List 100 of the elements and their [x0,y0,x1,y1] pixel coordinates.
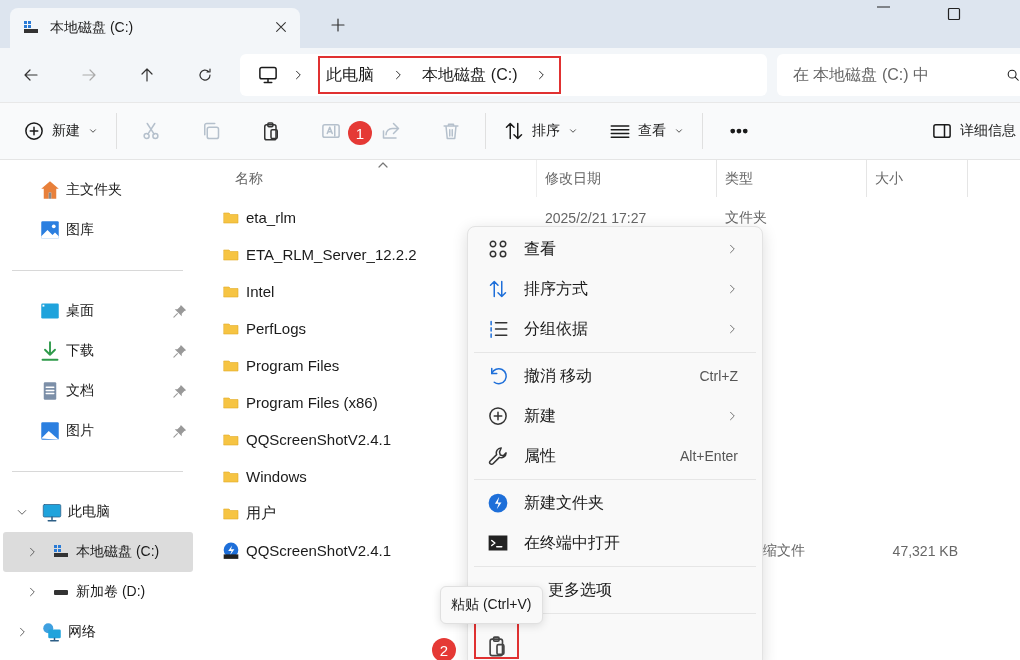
item-label: 网络 [68,623,96,641]
menu-item[interactable]: 在终端中打开 [472,523,758,563]
folder-icon [222,394,240,411]
folder-icon [222,468,240,485]
maximize-icon [946,6,962,22]
folder-icon [222,431,240,448]
file-row-name[interactable]: eta_rlm [222,209,297,226]
menu-item[interactable]: 排序方式 [472,269,758,309]
file-name: QQScreenShotV2.4.1 [246,542,392,559]
sidebar-item[interactable]: 文档 [0,371,193,411]
file-row-name[interactable]: Program Files [222,357,340,374]
file-row-name[interactable]: Intel [222,283,275,300]
column-header[interactable]: 修改日期 [537,160,717,197]
menu-label: 新建 [524,405,556,426]
sidebar-item[interactable]: 主文件夹 [0,170,193,210]
item-label: 桌面 [66,302,94,320]
rename-icon [321,121,341,141]
undo-icon [488,366,508,386]
menu-item[interactable]: 分组依据 [472,309,758,349]
item-label: 图库 [66,221,94,239]
breadcrumb[interactable]: 本地磁盘 (C:) [422,64,518,86]
file-row-name[interactable]: 用户 [222,504,276,523]
close-icon [274,19,288,34]
gallery-icon [40,220,60,240]
sort-icon [488,279,508,299]
file-name: PerfLogs [246,320,307,337]
file-name: Program Files [246,357,340,374]
file-name: 用户 [246,504,276,523]
plus-circle-icon [488,406,508,426]
share-icon [381,121,401,141]
shortcut-text: Alt+Enter [680,448,738,464]
menu-label: 排序方式 [524,278,588,299]
tab-title: 本地磁盘 (C:) [50,19,134,37]
tree-item[interactable]: 此电脑 [0,492,193,532]
item-label: 本地磁盘 (C:) [76,543,160,561]
file-name: Intel [246,283,275,300]
column-header[interactable]: 名称 [220,160,537,197]
details-button[interactable]: 详细信息 [928,113,1020,149]
step-badge: 2 [432,638,456,660]
copy-icon [201,121,221,141]
folder-icon [222,246,240,263]
download-icon [40,341,60,361]
home-icon [40,180,60,200]
sort-button[interactable]: 排序 [500,113,582,149]
item-label: 下载 [66,342,94,360]
caret-icon [568,126,578,136]
folder-icon [222,320,240,337]
breadcrumb[interactable]: 此电脑 [326,64,375,86]
shortcut-text: Ctrl+Z [699,368,738,384]
sidebar-item[interactable]: 下载 [0,331,193,371]
folder-icon [222,357,240,374]
file-name: eta_rlm [246,209,297,226]
menu-item[interactable]: 新建文件夹 [472,483,758,523]
tree-item[interactable]: 新加卷 (D:) [0,572,193,612]
tree-item[interactable]: 网络 [0,612,193,652]
file-name: Program Files (x86) [246,394,378,411]
search-field[interactable]: 在 本地磁盘 (C:) 中 [777,54,1020,96]
menu-label: 查看 [524,238,556,259]
menu-label: 在终端中打开 [524,532,620,553]
file-row-name[interactable]: QQScreenShotV2.4.1 [222,541,392,560]
pin-icon [173,344,187,358]
folder-icon [222,209,240,226]
back-icon [23,67,40,83]
browser-tab[interactable]: 本地磁盘 (C:) [10,8,300,48]
menu-label: 新建文件夹 [524,492,604,513]
column-header[interactable]: 类型 [717,160,867,197]
size-cell: 47,321 KB [892,542,958,559]
column-header[interactable]: 大小 [867,160,968,197]
folder-icon [222,283,240,300]
menu-item[interactable]: 新建 [472,396,758,436]
menu-label: 分组依据 [524,318,588,339]
menu-item[interactable]: 属性 Alt+Enter [472,436,758,476]
address-bar[interactable]: 此电脑 本地磁盘 (C:) [240,54,767,96]
sidebar-item[interactable]: 图片 [0,411,193,451]
sidebar-item[interactable]: 桌面 [0,291,193,331]
monitor-icon [258,65,279,85]
menu-item[interactable]: 撤消 移动 Ctrl+Z [472,356,758,396]
sidebar-item[interactable]: 图库 [0,210,193,250]
view-button[interactable]: 查看 [606,113,688,149]
file-row-name[interactable]: Program Files (x86) [222,394,378,411]
item-label: 此电脑 [68,503,110,521]
list-icon [488,319,508,339]
caret-icon [88,126,98,136]
item-label: 主文件夹 [66,181,122,199]
pin-icon [173,424,187,438]
lightning-circle-icon [488,493,508,513]
sort-caret-icon [376,160,390,170]
file-row-name[interactable]: Windows [222,468,307,485]
file-row-name[interactable]: PerfLogs [222,320,307,337]
plus-icon [330,17,346,33]
menu-item[interactable]: 查看 [472,229,758,269]
item-label: 文档 [66,382,94,400]
drive-icon [52,544,70,560]
item-label: 图片 [66,422,94,440]
tree-item[interactable]: 本地磁盘 (C:) [3,532,193,572]
zip-icon [222,541,240,560]
pin-icon [173,384,187,398]
date-cell: 2025/2/21 17:27 [545,209,647,226]
delete-icon [441,121,461,141]
new-button[interactable]: 新建 [20,113,102,149]
